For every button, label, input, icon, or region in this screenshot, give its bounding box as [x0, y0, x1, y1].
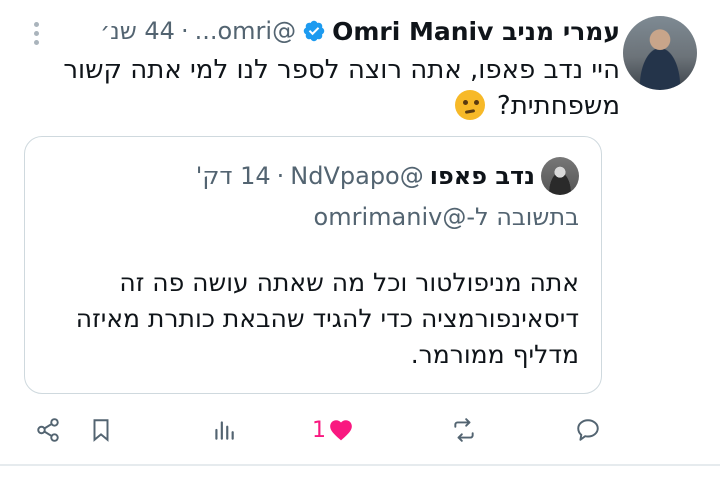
retweet-button[interactable] — [451, 414, 477, 446]
bookmark-button[interactable] — [88, 414, 114, 446]
separator-dot: · — [180, 17, 189, 45]
views-button[interactable] — [211, 414, 237, 446]
views-chart-icon — [215, 421, 234, 440]
verified-badge-icon — [303, 20, 325, 42]
tweet-time[interactable]: 44 שנ׳ — [100, 17, 175, 45]
share-icon — [37, 418, 59, 442]
divider — [0, 464, 720, 466]
quoted-text: אתה מניפולטור וכל מה שאתה עושה פה זה דיס… — [75, 268, 579, 369]
reply-button[interactable] — [575, 414, 601, 446]
bookmark-icon — [93, 419, 109, 442]
quoted-header: נדב פאפו @NdVpapo · 14 דק' — [196, 157, 579, 195]
reply-icon — [577, 419, 599, 441]
quoted-separator-dot: · — [276, 162, 285, 190]
quoted-author-handle[interactable]: @NdVpapo — [290, 162, 423, 190]
quoted-author-avatar[interactable] — [541, 157, 579, 195]
more-options-icon[interactable] — [26, 18, 46, 48]
like-count: 1 — [312, 417, 326, 443]
quoted-time[interactable]: 14 דק' — [196, 162, 271, 190]
tweet-text-body: היי נדב פאפו, אתה רוצה לספר לנו למי אתה … — [63, 55, 620, 121]
heart-icon — [330, 420, 352, 441]
author-name[interactable]: עמרי מניב Omri Maniv — [332, 17, 620, 46]
tweet-header: עמרי מניב Omri Maniv @omri... · 44 שנ׳ — [100, 14, 620, 48]
quoted-author-name[interactable]: נדב פאפו — [430, 162, 535, 190]
quoted-reply-to: בתשובה ל-@omrimaniv — [313, 203, 579, 231]
quoted-tweet[interactable]: נדב פאפו @NdVpapo · 14 דק' בתשובה ל-@omr… — [24, 136, 602, 394]
tweet-text: היי נדב פאפו, אתה רוצה לספר לנו למי אתה … — [40, 52, 620, 124]
share-button[interactable] — [35, 414, 61, 446]
like-button[interactable]: 1 — [312, 414, 354, 446]
author-avatar[interactable] — [623, 16, 697, 90]
thinking-face-icon — [454, 90, 485, 120]
author-handle[interactable]: @omri... — [195, 17, 297, 45]
retweet-icon — [454, 418, 474, 442]
action-bar: 1 — [0, 408, 720, 452]
